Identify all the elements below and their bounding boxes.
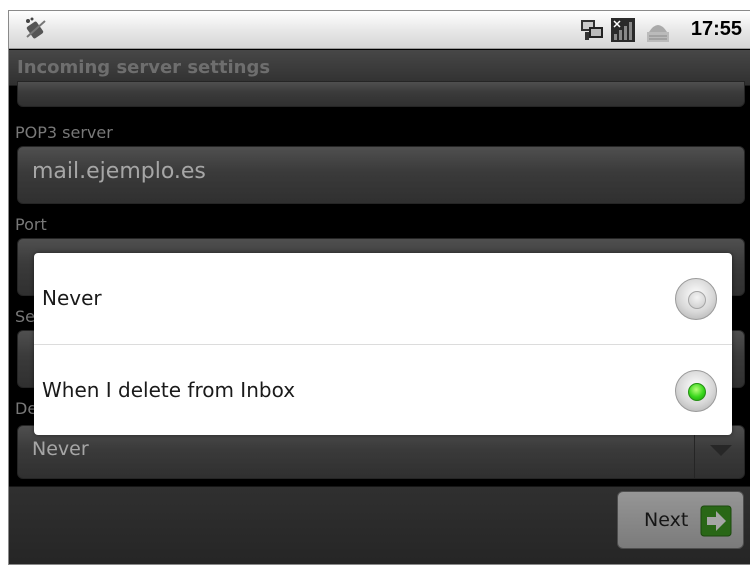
delete-option-dialog: Never When I delete from Inbox [34, 253, 732, 435]
network-icon [579, 18, 607, 46]
device-screen: 17:55 Incoming server settings POP3 serv… [8, 10, 750, 565]
option-label: Never [42, 286, 102, 310]
option-label: When I delete from Inbox [42, 378, 296, 402]
status-bar: 17:55 [9, 11, 750, 49]
phone-signal-off-icon [23, 17, 49, 45]
status-time: 17:55 [690, 18, 742, 40]
radio-button-selected[interactable] [675, 370, 717, 412]
radio-button[interactable] [675, 278, 717, 320]
signal-bars-no-sim-icon [611, 18, 635, 46]
option-when-delete-from-inbox[interactable]: When I delete from Inbox [34, 345, 732, 435]
usb-debug-icon [643, 18, 673, 48]
option-never[interactable]: Never [34, 253, 732, 343]
